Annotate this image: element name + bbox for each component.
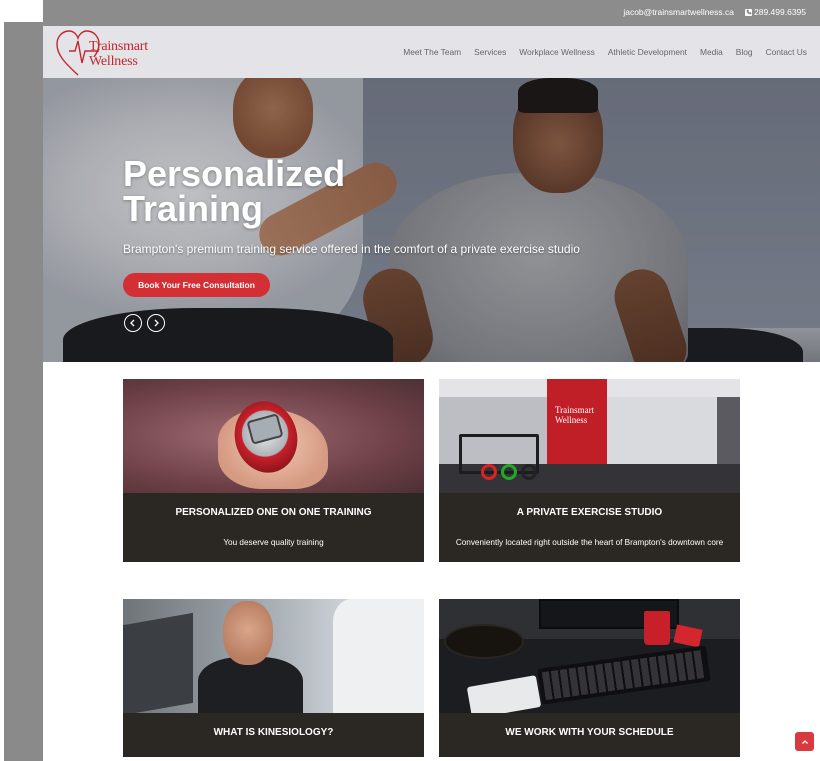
site-header: Trainsmart Wellness Meet The Team Servic… (43, 26, 820, 78)
main-nav: Meet The Team Services Workplace Wellnes… (403, 47, 807, 57)
card-title: A PRIVATE EXERCISE STUDIO (516, 507, 663, 518)
card-personal-training[interactable]: PERSONALIZED ONE ON ONE TRAINING You des… (123, 379, 424, 562)
page: jacob@trainsmartwellness.ca 289.499.6395… (43, 0, 820, 761)
nav-item-blog[interactable]: Blog (736, 47, 753, 57)
card-kinesiology[interactable]: WHAT IS KINESIOLOGY? (123, 599, 424, 757)
card-image-plant (444, 624, 524, 659)
slider-prev-button[interactable] (124, 314, 142, 332)
card-title: WHAT IS KINESIOLOGY? (213, 727, 334, 738)
card-image-figure (333, 599, 424, 713)
page-shadow (4, 22, 43, 761)
email-link[interactable]: jacob@trainsmartwellness.ca (623, 7, 734, 17)
nav-item-workplace-wellness[interactable]: Workplace Wellness (519, 47, 595, 57)
nav-item-meet-the-team[interactable]: Meet The Team (403, 47, 461, 57)
card-image (123, 379, 424, 493)
hero-title: Personalized Training (123, 153, 346, 229)
nav-item-media[interactable]: Media (700, 47, 723, 57)
scroll-to-top-button[interactable] (795, 732, 814, 751)
card-private-studio[interactable]: Trainsmart Wellness A PRIVATE EXERCISE ST… (439, 379, 740, 562)
card-description: You deserve quality training (223, 538, 324, 547)
card-title: PERSONALIZED ONE ON ONE TRAINING (175, 507, 372, 518)
card-image-wall (607, 397, 717, 467)
chevron-up-icon (801, 739, 808, 744)
nav-item-services[interactable]: Services (474, 47, 506, 57)
card-image (439, 599, 740, 713)
card-schedule[interactable]: WE WORK WITH YOUR SCHEDULE (439, 599, 740, 757)
nav-item-contact-us[interactable]: Contact Us (766, 47, 807, 57)
hero-subtitle: Brampton's premium training service offe… (123, 242, 580, 256)
phone-number: 289.499.6395 (754, 7, 806, 17)
chevron-right-icon (154, 319, 159, 327)
weight-plate (521, 464, 537, 480)
chevron-left-icon (130, 319, 135, 327)
hero-slider: Personalized Training Brampton's premium… (43, 78, 820, 362)
card-description: Conveniently located right outside the h… (455, 538, 724, 547)
studio-wall-logo: Trainsmart Wellness (555, 405, 595, 425)
phone-link[interactable]: 289.499.6395 (745, 7, 806, 17)
weight-plate (501, 464, 517, 480)
card-image (123, 599, 424, 713)
card-image-figure (223, 601, 273, 665)
logo-line-2: Wellness (89, 54, 138, 69)
top-bar: jacob@trainsmartwellness.ca 289.499.6395 (43, 0, 820, 26)
book-consultation-button[interactable]: Book Your Free Consultation (123, 273, 270, 297)
card-title: WE WORK WITH YOUR SCHEDULE (505, 727, 674, 738)
phone-icon (745, 8, 752, 16)
card-image-machine (123, 612, 193, 713)
nav-item-athletic-development[interactable]: Athletic Development (608, 47, 687, 57)
slider-next-button[interactable] (147, 314, 165, 332)
card-image: Trainsmart Wellness (439, 379, 740, 493)
logo-line-1: Trainsmart (89, 39, 148, 54)
site-logo[interactable]: Trainsmart Wellness (55, 29, 155, 76)
weight-plate (481, 464, 497, 480)
card-image-figure (198, 657, 303, 713)
card-image-mug (644, 611, 670, 645)
